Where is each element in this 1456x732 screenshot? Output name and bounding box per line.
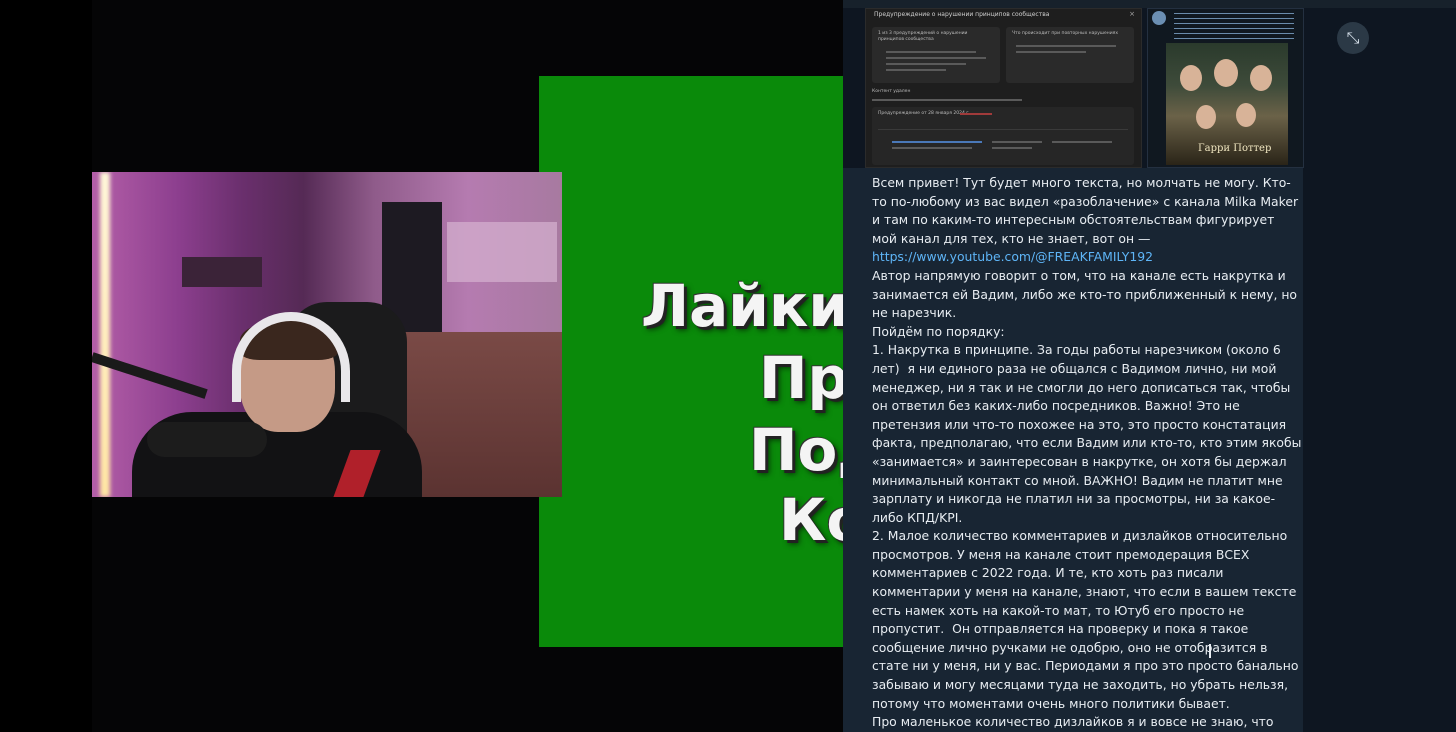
media-row: Предупреждение о нарушении принципов соо… (865, 8, 1369, 168)
screenshot-block-2: Что происходит при повторных нарушениях (1006, 27, 1134, 83)
screenshot-block-1-title: 1 из 3 предупреждений о нарушении принци… (878, 31, 968, 42)
screenshot-close-icon: × (1129, 10, 1135, 18)
screenshot-warning-badge (960, 113, 992, 115)
screenshot-title: Предупреждение о нарушении принципов соо… (874, 11, 1050, 18)
slide-line-2: Пр (759, 344, 843, 412)
screenshot-section-label: Контент удален (872, 89, 911, 94)
slide-line-3: Под (749, 416, 843, 484)
screenshot-warning-table: Предупреждение от 28 января 2024 г. (872, 107, 1134, 165)
screenshot-text-line (992, 141, 1042, 143)
screenshot-text-line (886, 57, 986, 59)
screenshot-block-1: 1 из 3 предупреждений о нарушении принци… (872, 27, 1000, 83)
wall-light (100, 172, 110, 497)
microphone (147, 422, 267, 457)
sender-avatar (1152, 11, 1166, 25)
poster-face-3 (1250, 65, 1272, 91)
poster-face-4 (1196, 105, 1216, 129)
youtube-warning-screenshot[interactable]: Предупреждение о нарушении принципов соо… (865, 8, 1142, 168)
poster-face-2 (1214, 59, 1238, 87)
screenshot-block-2-title: Что происходит при повторных нарушениях (1012, 31, 1119, 36)
poster-message-text (1174, 13, 1294, 41)
screenshot-text-line (886, 51, 976, 53)
screenshot-text-line (1016, 45, 1116, 47)
screenshot-text-line (1052, 141, 1112, 143)
screenshot-video-link (892, 141, 982, 143)
telegram-panel: Предупреждение о нарушении принципов соо… (843, 0, 1456, 732)
screenshot-text-line (1016, 51, 1086, 53)
screenshot-divider (878, 129, 1128, 130)
message-text: Всем привет! Тут будет много текста, но … (872, 174, 1302, 732)
collapse-icon[interactable]: ⤡ (1337, 22, 1369, 54)
video-stream-area: Лайки Пр Под Ко (0, 0, 843, 732)
chat-message: Всем привет! Тут будет много текста, но … (843, 168, 1303, 732)
screenshot-text-line (872, 99, 1022, 101)
slide-line-4: Ко (779, 486, 843, 554)
webcam-feed (92, 172, 562, 497)
shelf (447, 222, 557, 282)
poster-face-5 (1236, 103, 1256, 127)
tv-mount (182, 257, 262, 287)
poster-title: Гарри Поттер (1198, 143, 1272, 154)
screenshot-text-line (886, 69, 946, 71)
green-slide: Лайки Пр Под Ко (539, 76, 843, 647)
screenshot-text-line (886, 63, 966, 65)
top-bar (843, 0, 1456, 8)
black-border (0, 0, 92, 732)
harry-potter-poster-message[interactable]: Гарри Поттер (1147, 8, 1304, 168)
message-paragraph-1: Всем привет! Тут будет много текста, но … (872, 175, 1303, 246)
text-cursor (1209, 644, 1211, 658)
message-paragraph-2: Автор напрямую говорит о том, что на кан… (872, 267, 1302, 730)
slide-line-1: Лайки (641, 272, 843, 340)
poster-face-1 (1180, 65, 1202, 91)
screenshot-text-line (892, 147, 972, 149)
screenshot-text-line (992, 147, 1032, 149)
youtube-channel-link[interactable]: https://www.youtube.com/@FREAKFAMILY192 (872, 249, 1153, 264)
